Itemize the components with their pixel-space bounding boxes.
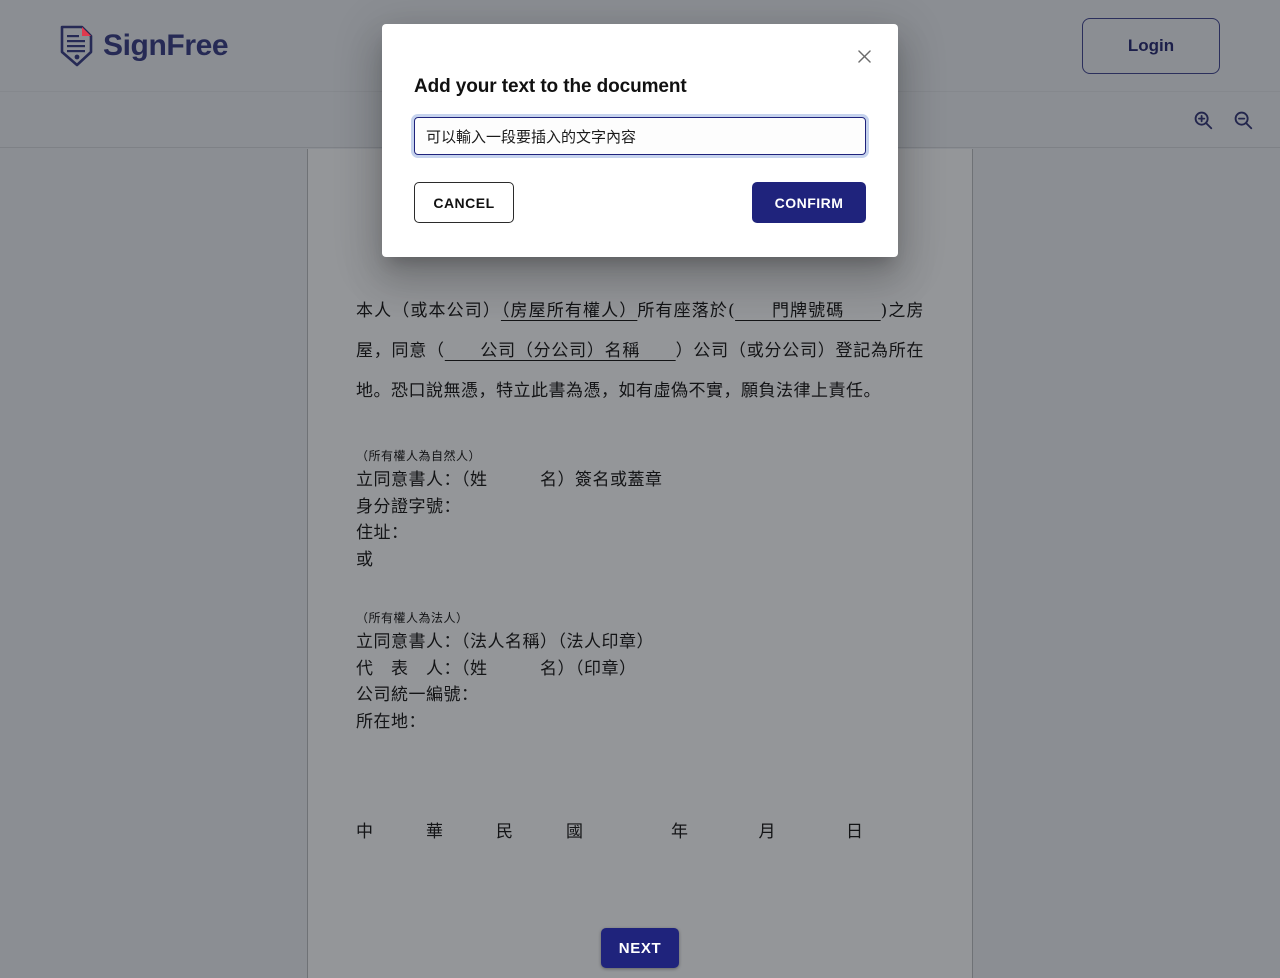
app-root: SignFree Login 本人（或本公司）（房屋所有權人）所有座落於(門牌… bbox=[0, 0, 1280, 978]
add-text-modal: Add your text to the document CANCEL CON… bbox=[382, 24, 898, 257]
text-input[interactable] bbox=[411, 114, 869, 158]
close-icon[interactable] bbox=[848, 40, 880, 72]
cancel-button[interactable]: CANCEL bbox=[414, 182, 514, 223]
modal-backdrop[interactable]: Add your text to the document CANCEL CON… bbox=[0, 0, 1280, 978]
modal-title: Add your text to the document bbox=[414, 76, 687, 97]
modal-actions: CANCEL CONFIRM bbox=[414, 182, 866, 223]
confirm-button[interactable]: CONFIRM bbox=[752, 182, 866, 223]
